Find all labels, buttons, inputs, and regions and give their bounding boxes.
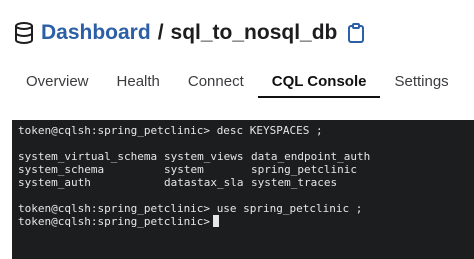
keyspace-row: system_virtual_schema system_views data_…	[18, 150, 468, 163]
breadcrumb-separator: /	[157, 21, 164, 44]
keyspace-name: system_virtual_schema	[18, 150, 158, 163]
tab-connect[interactable]: Connect	[174, 66, 258, 98]
console-command: desc KEYSPACES ;	[216, 124, 323, 137]
clipboard-icon[interactable]	[347, 22, 365, 44]
tab-cql-console[interactable]: CQL Console	[257, 66, 381, 98]
keyspace-name: system_views	[164, 150, 244, 163]
console-input-line[interactable]: token@cqlsh:spring_petclinic>	[18, 215, 468, 228]
text-cursor	[213, 215, 220, 227]
tab-settings[interactable]: Settings	[380, 66, 462, 98]
keyspace-name: data_endpoint_auth	[251, 150, 371, 163]
keyspace-name: datastax_sla	[164, 176, 244, 189]
tab-health[interactable]: Health	[103, 66, 174, 98]
keyspace-name: spring_petclinic	[251, 163, 357, 176]
keyspace-name: system	[164, 163, 204, 176]
tab-bar: Overview Health Connect CQL Console Sett…	[12, 66, 463, 100]
console-line: token@cqlsh:spring_petclinic> use spring…	[18, 202, 468, 215]
tab-overview[interactable]: Overview	[12, 66, 103, 98]
page-header: Dashboard / sql_to_nosql_db	[14, 18, 365, 48]
console-prompt: token@cqlsh:spring_petclinic>	[18, 124, 211, 137]
keyspace-name: system_traces	[251, 176, 338, 189]
breadcrumb-dashboard-link[interactable]: Dashboard	[41, 21, 151, 45]
database-icon	[14, 22, 34, 44]
console-prompt: token@cqlsh:spring_petclinic>	[18, 215, 211, 228]
database-name-title: sql_to_nosql_db	[170, 21, 338, 44]
keyspace-row: system_schema system spring_petclinic	[18, 163, 468, 176]
keyspace-name: system_auth	[18, 176, 91, 189]
keyspace-row: system_auth datastax_sla system_traces	[18, 176, 468, 189]
console-line: token@cqlsh:spring_petclinic> desc KEYSP…	[18, 124, 468, 137]
cql-console-terminal[interactable]: token@cqlsh:spring_petclinic> desc KEYSP…	[12, 120, 474, 259]
keyspace-name: system_schema	[18, 163, 105, 176]
console-prompt: token@cqlsh:spring_petclinic>	[18, 202, 211, 215]
console-command: use spring_petclinic ;	[216, 202, 363, 215]
